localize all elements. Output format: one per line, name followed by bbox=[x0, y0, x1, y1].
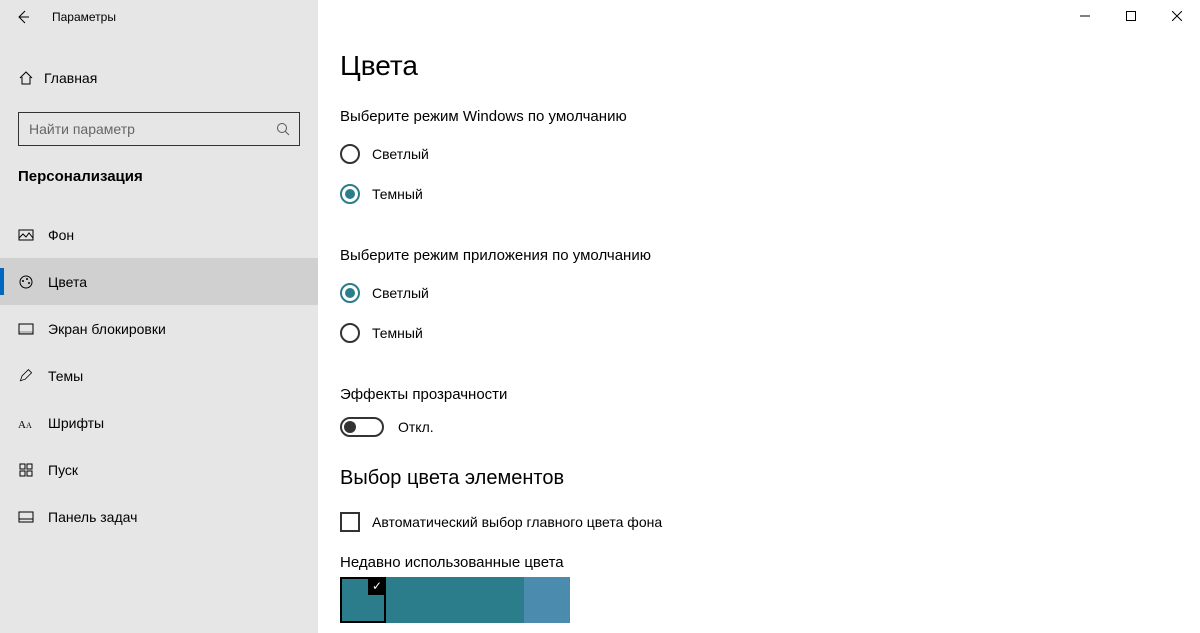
titlebar: Параметры bbox=[0, 0, 318, 34]
radio-label: Темный bbox=[372, 186, 423, 202]
sidebar-item-label: Темы bbox=[48, 368, 83, 384]
app-mode-label: Выберите режим приложения по умолчанию bbox=[340, 247, 1180, 264]
recent-colors-label: Недавно использованные цвета bbox=[340, 554, 1180, 571]
windows-mode-label: Выберите режим Windows по умолчанию bbox=[340, 108, 1180, 125]
back-button[interactable] bbox=[0, 0, 46, 34]
sidebar-item-fonts[interactable]: AA Шрифты bbox=[0, 399, 318, 446]
radio-icon bbox=[340, 283, 360, 303]
sidebar-item-label: Панель задач bbox=[48, 509, 137, 525]
start-icon bbox=[18, 462, 34, 478]
sidebar-item-label: Цвета bbox=[48, 274, 87, 290]
font-icon: AA bbox=[18, 415, 34, 431]
window-title: Параметры bbox=[46, 10, 116, 24]
svg-text:A: A bbox=[26, 421, 32, 430]
sidebar-item-label: Фон bbox=[48, 227, 74, 243]
color-swatch[interactable] bbox=[524, 577, 570, 623]
sidebar-item-taskbar[interactable]: Панель задач bbox=[0, 493, 318, 540]
auto-accent-row[interactable]: Автоматический выбор главного цвета фона bbox=[340, 512, 1180, 532]
sidebar-item-label: Экран блокировки bbox=[48, 321, 166, 337]
toggle-state: Откл. bbox=[398, 419, 434, 435]
search-box[interactable] bbox=[18, 112, 300, 146]
checkbox-label: Автоматический выбор главного цвета фона bbox=[372, 514, 662, 530]
accent-heading: Выбор цвета элементов bbox=[340, 467, 1180, 490]
pencil-icon bbox=[18, 368, 34, 384]
radio-label: Светлый bbox=[372, 146, 429, 162]
taskbar-icon bbox=[18, 509, 34, 525]
lockscreen-icon bbox=[18, 321, 34, 337]
sidebar-item-label: Пуск bbox=[48, 462, 78, 478]
page-title: Цвета bbox=[340, 50, 1180, 82]
sidebar: Параметры Главная Персонализация Фон Цве… bbox=[0, 0, 318, 633]
home-icon bbox=[18, 70, 34, 86]
sidebar-item-themes[interactable]: Темы bbox=[0, 352, 318, 399]
svg-text:A: A bbox=[18, 419, 26, 431]
transparency-label: Эффекты прозрачности bbox=[340, 386, 1180, 403]
windows-mode-dark[interactable]: Темный bbox=[340, 179, 1180, 209]
close-icon bbox=[1172, 11, 1182, 21]
recent-colors-row bbox=[340, 577, 1180, 623]
checkbox-icon bbox=[340, 512, 360, 532]
radio-label: Темный bbox=[372, 325, 423, 341]
sidebar-item-lockscreen[interactable]: Экран блокировки bbox=[0, 305, 318, 352]
window-controls bbox=[1062, 0, 1200, 32]
search-icon bbox=[275, 121, 291, 137]
app-mode-light[interactable]: Светлый bbox=[340, 278, 1180, 308]
sidebar-item-background[interactable]: Фон bbox=[0, 211, 318, 258]
main-content: Цвета Выберите режим Windows по умолчани… bbox=[318, 0, 1200, 633]
maximize-button[interactable] bbox=[1108, 0, 1154, 32]
transparency-toggle[interactable] bbox=[340, 417, 384, 437]
arrow-left-icon bbox=[15, 9, 31, 25]
radio-label: Светлый bbox=[372, 285, 429, 301]
windows-mode-light[interactable]: Светлый bbox=[340, 139, 1180, 169]
maximize-icon bbox=[1126, 11, 1136, 21]
palette-icon bbox=[18, 274, 34, 290]
radio-icon bbox=[340, 144, 360, 164]
search-input[interactable] bbox=[29, 121, 275, 137]
sidebar-home[interactable]: Главная bbox=[0, 58, 318, 98]
sidebar-item-colors[interactable]: Цвета bbox=[0, 258, 318, 305]
sidebar-home-label: Главная bbox=[44, 70, 97, 86]
color-swatch[interactable] bbox=[478, 577, 524, 623]
color-swatch[interactable] bbox=[386, 577, 432, 623]
radio-icon bbox=[340, 323, 360, 343]
nav-list: Фон Цвета Экран блокировки Темы AA Шрифт… bbox=[0, 211, 318, 540]
transparency-toggle-row: Откл. bbox=[340, 417, 1180, 437]
minimize-button[interactable] bbox=[1062, 0, 1108, 32]
color-swatch[interactable] bbox=[432, 577, 478, 623]
color-swatch[interactable] bbox=[340, 577, 386, 623]
sidebar-section: Персонализация bbox=[0, 146, 318, 197]
minimize-icon bbox=[1080, 11, 1090, 21]
app-mode-dark[interactable]: Темный bbox=[340, 318, 1180, 348]
close-button[interactable] bbox=[1154, 0, 1200, 32]
picture-icon bbox=[18, 227, 34, 243]
sidebar-item-label: Шрифты bbox=[48, 415, 104, 431]
radio-icon bbox=[340, 184, 360, 204]
sidebar-item-start[interactable]: Пуск bbox=[0, 446, 318, 493]
